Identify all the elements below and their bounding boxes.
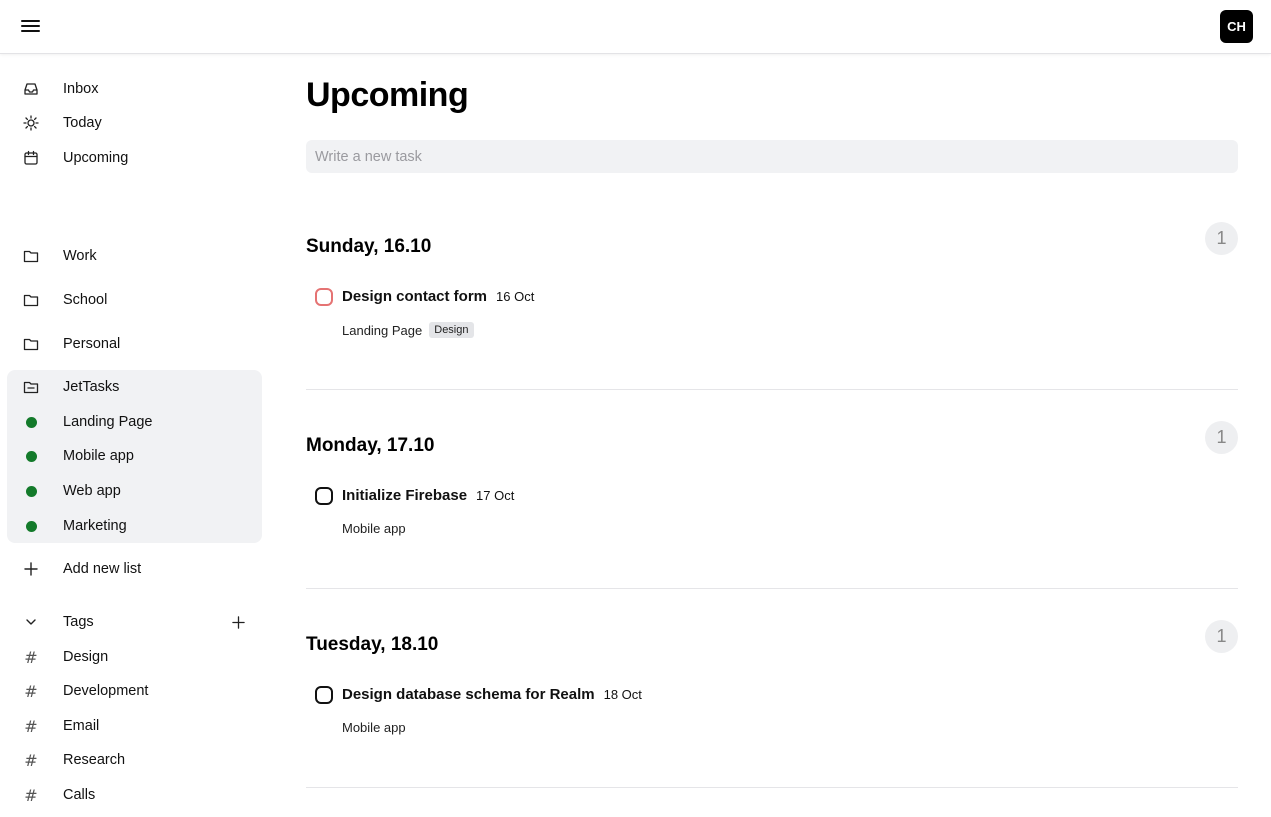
new-task-input[interactable] (306, 140, 1238, 173)
sidebar-item-label: Web app (63, 483, 121, 499)
calendar-icon (22, 149, 40, 167)
sidebar-item-label: Design (63, 649, 109, 665)
sidebar-item-label: Marketing (63, 518, 127, 534)
status-dot (22, 447, 40, 465)
add-new-list-label: Add new list (63, 561, 142, 577)
task-list-name: Mobile app (342, 521, 406, 536)
task-list-name: Landing Page (342, 322, 423, 338)
task-title: Design database schema for Realm (342, 686, 595, 703)
tags-toggle[interactable]: Tags (8, 605, 208, 639)
section-title: Monday, 17.10 (306, 435, 435, 456)
sidebar-item-label: Work (63, 248, 97, 264)
sidebar-item-label: Personal (63, 336, 121, 352)
hash-icon: # (24, 750, 38, 770)
sidebar-item-today[interactable]: Today (8, 106, 262, 140)
task-meta: Mobile app (342, 720, 406, 735)
sidebar-tag-design[interactable]: # Design (8, 640, 262, 674)
sidebar-item-label: Development (63, 683, 149, 699)
sidebar-item-label: School (63, 292, 108, 308)
sidebar-item-marketing[interactable]: Marketing (8, 509, 262, 543)
task-count-badge: 1 (1205, 222, 1238, 255)
task-date: 16 Oct (496, 289, 535, 304)
chevron-down-icon (22, 613, 40, 631)
sidebar: Inbox Today Upcoming Work School Persona… (0, 54, 270, 817)
day-section: Monday, 17.10 1 Initialize Firebase 17 Oc… (306, 421, 1238, 589)
plus-icon (22, 560, 40, 578)
tags-heading: Tags (63, 614, 94, 630)
folder-icon (22, 291, 40, 309)
sidebar-item-jettasks[interactable]: JetTasks (8, 370, 262, 404)
sidebar-item-upcoming[interactable]: Upcoming (8, 141, 262, 175)
main-content: Upcoming Sunday, 16.10 1 Design contact … (306, 54, 1238, 817)
sidebar-item-label: Landing Page (63, 414, 153, 430)
status-dot (22, 413, 40, 431)
task-date: 17 Oct (476, 488, 515, 503)
sidebar-item-label: Calls (63, 787, 96, 803)
task-item[interactable]: Design contact form 16 Oct (342, 288, 534, 305)
sidebar-item-web-app[interactable]: Web app (8, 474, 262, 508)
sidebar-item-label: Mobile app (63, 448, 134, 464)
hash-icon: # (24, 716, 38, 736)
task-item[interactable]: Design database schema for Realm 18 Oct (342, 686, 642, 703)
task-count-badge: 1 (1205, 620, 1238, 653)
task-meta: Mobile app (342, 521, 406, 536)
task-checkbox[interactable] (315, 487, 333, 505)
task-title: Initialize Firebase (342, 487, 468, 504)
sidebar-tag-email[interactable]: # Email (8, 709, 262, 743)
sidebar-item-label: Today (63, 115, 102, 131)
add-tag-plus-icon[interactable] (229, 613, 247, 631)
task-meta: Landing Page Design (342, 322, 474, 338)
day-section: Sunday, 16.10 1 Design contact form 16 Oc… (306, 222, 1238, 390)
sidebar-item-school[interactable]: School (8, 283, 262, 317)
task-date: 18 Oct (603, 687, 642, 702)
section-title: Tuesday, 18.10 (306, 634, 439, 655)
task-count-badge: 1 (1205, 421, 1238, 454)
sidebar-item-label: Email (63, 718, 100, 734)
sidebar-tag-research[interactable]: # Research (8, 743, 262, 777)
sidebar-item-work[interactable]: Work (8, 239, 262, 273)
status-dot (22, 482, 40, 500)
sidebar-item-inbox[interactable]: Inbox (8, 72, 262, 106)
avatar[interactable]: CH (1220, 10, 1253, 43)
add-new-list-button[interactable]: Add new list (8, 552, 262, 586)
top-bar: CH (0, 0, 1271, 54)
section-title: Sunday, 16.10 (306, 236, 432, 257)
status-dot (22, 517, 40, 535)
sidebar-item-landing-page[interactable]: Landing Page (8, 405, 262, 439)
inbox-icon (22, 80, 40, 98)
sidebar-item-personal[interactable]: Personal (8, 327, 262, 361)
task-checkbox[interactable] (315, 686, 333, 704)
sidebar-tag-calls[interactable]: # Calls (8, 778, 262, 812)
sidebar-item-label: Upcoming (63, 150, 129, 166)
sidebar-item-label: Inbox (63, 81, 99, 97)
hash-icon: # (24, 647, 38, 667)
page-title: Upcoming (306, 76, 469, 114)
sidebar-item-label: Research (63, 752, 126, 768)
folder-open-icon (22, 378, 40, 396)
hamburger-menu-icon[interactable] (20, 16, 42, 38)
hash-icon: # (24, 785, 38, 805)
sidebar-tag-development[interactable]: # Development (8, 674, 262, 708)
task-title: Design contact form (342, 288, 488, 305)
folder-icon (22, 335, 40, 353)
task-checkbox[interactable] (315, 288, 333, 306)
sun-icon (22, 114, 40, 132)
task-list-name: Mobile app (342, 720, 406, 735)
hash-icon: # (24, 681, 38, 701)
day-section: Tuesday, 18.10 1 Design database schema … (306, 620, 1238, 788)
task-item[interactable]: Initialize Firebase 17 Oct (342, 487, 514, 504)
sidebar-item-label: JetTasks (63, 379, 120, 395)
task-tag-chip[interactable]: Design (429, 322, 474, 338)
folder-icon (22, 247, 40, 265)
sidebar-item-mobile-app[interactable]: Mobile app (8, 439, 262, 473)
